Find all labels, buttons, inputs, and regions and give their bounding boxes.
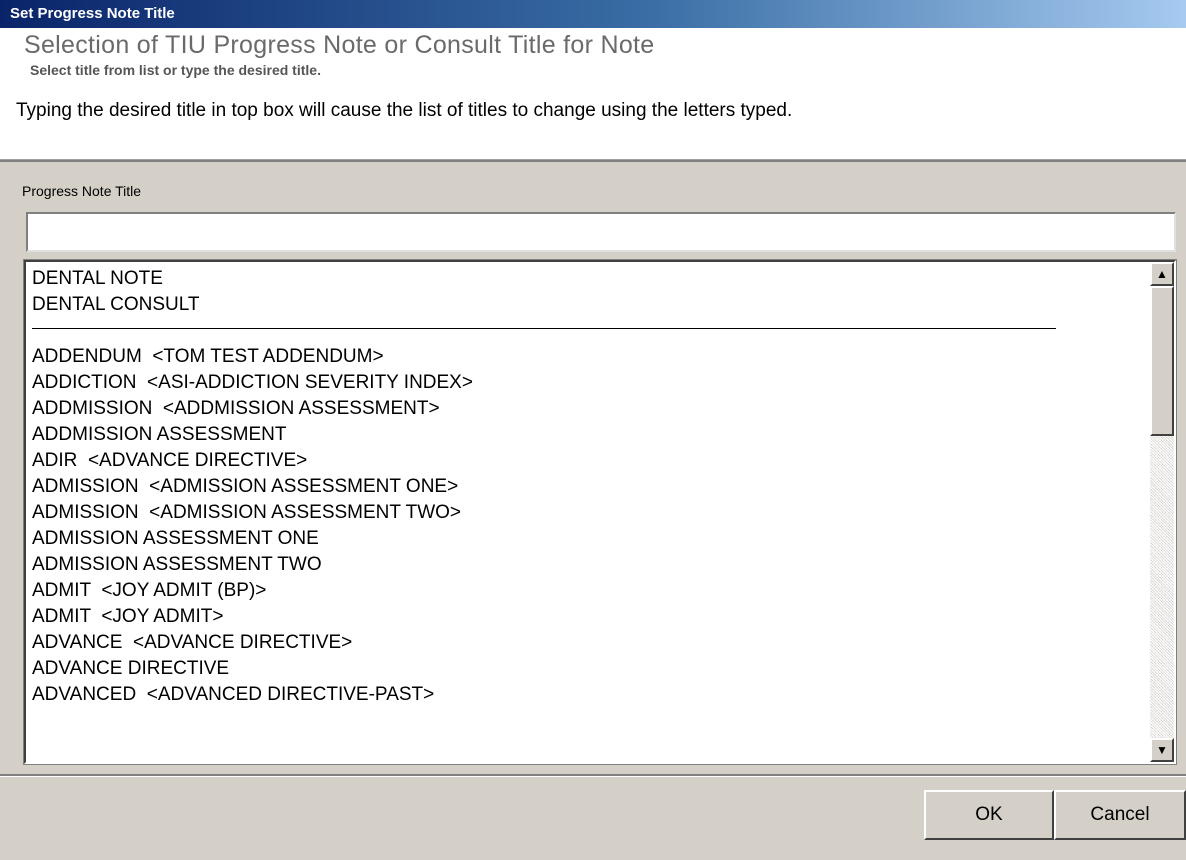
scroll-up-arrow-icon[interactable]: ▲ [1150,262,1174,286]
title-listbox[interactable]: DENTAL NOTE DENTAL CONSULT ADDENDUM <TOM… [23,259,1177,765]
list-item[interactable]: DENTAL CONSULT [32,292,1142,318]
footer-divider [0,774,1186,777]
separator-line [32,328,1056,329]
cancel-button[interactable]: Cancel [1054,790,1186,840]
list-item[interactable]: ADMIT <JOY ADMIT (BP)> [32,578,1142,604]
list-item[interactable]: ADMISSION ASSESSMENT ONE [32,526,1142,552]
list-separator [32,318,1142,344]
list-item[interactable]: ADDENDUM <TOM TEST ADDENDUM> [32,344,1142,370]
list-item[interactable]: ADMISSION <ADMISSION ASSESSMENT ONE> [32,474,1142,500]
list-item[interactable]: ADDICTION <ASI-ADDICTION SEVERITY INDEX> [32,370,1142,396]
ok-button[interactable]: OK [924,790,1054,840]
progress-note-title-input[interactable] [26,212,1176,252]
scroll-thumb[interactable] [1150,286,1174,436]
dialog-subheading: Select title from list or type the desir… [30,62,321,78]
progress-note-title-label: Progress Note Title [22,183,142,199]
vertical-scrollbar[interactable]: ▲ ▼ [1150,262,1174,762]
scroll-down-arrow-icon[interactable]: ▼ [1150,738,1174,762]
title-list-items: DENTAL NOTE DENTAL CONSULT ADDENDUM <TOM… [32,266,1142,760]
instruction-text: Typing the desired title in top box will… [16,100,793,121]
list-item[interactable]: ADVANCE DIRECTIVE [32,656,1142,682]
window-title: Set Progress Note Title [0,0,1186,28]
list-item[interactable]: ADMIT <JOY ADMIT> [32,604,1142,630]
list-item[interactable]: DENTAL NOTE [32,266,1142,292]
list-item[interactable]: ADIR <ADVANCE DIRECTIVE> [32,448,1142,474]
header-divider [0,160,1186,162]
list-item[interactable]: ADDMISSION <ADDMISSION ASSESSMENT> [32,396,1142,422]
dialog-heading: Selection of TIU Progress Note or Consul… [24,31,655,59]
list-item[interactable]: ADMISSION <ADMISSION ASSESSMENT TWO> [32,500,1142,526]
list-item[interactable]: ADDMISSION ASSESSMENT [32,422,1142,448]
list-item[interactable]: ADMISSION ASSESSMENT TWO [32,552,1142,578]
list-item[interactable]: ADVANCE <ADVANCE DIRECTIVE> [32,630,1142,656]
list-item[interactable]: ADVANCED <ADVANCED DIRECTIVE-PAST> [32,682,1142,708]
set-progress-note-title-dialog: Set Progress Note Title Selection of TIU… [0,0,1186,860]
